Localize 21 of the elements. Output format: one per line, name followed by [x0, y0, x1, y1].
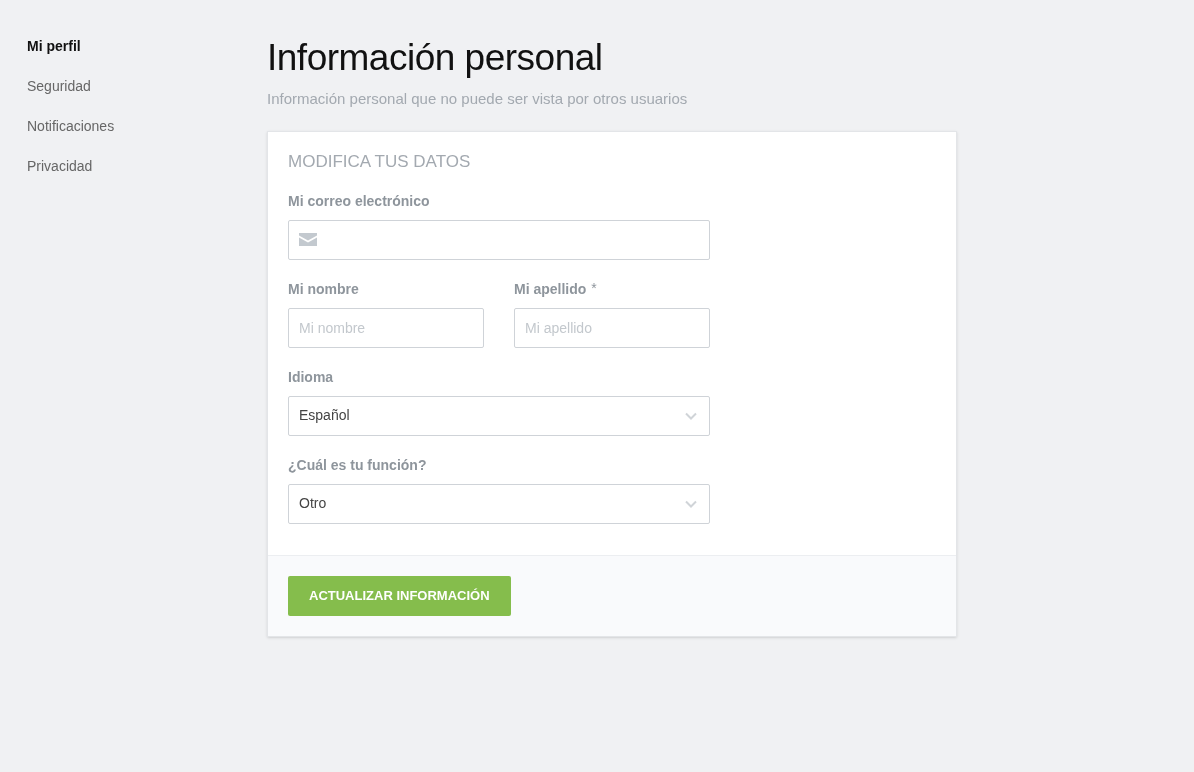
- page-subtitle: Información personal que no puede ser vista por otros usuarios: [267, 89, 689, 109]
- input-field[interactable]: Mi apellido: [514, 307, 710, 348]
- input-field[interactable]: Mi nombre: [288, 307, 484, 348]
- sidebar-item[interactable]: Notificaciones: [27, 116, 267, 136]
- field-label: ¿Cuál es tu función?: [288, 455, 427, 474]
- envelope-icon: [299, 233, 317, 246]
- field-label: Mi correo electrónico: [288, 191, 430, 210]
- sidebar-item[interactable]: Privacidad: [27, 156, 267, 176]
- chevron-down-icon: [685, 411, 697, 420]
- page-title: Información personal: [267, 36, 604, 80]
- chevron-down-icon: [685, 499, 697, 508]
- required-mark: *: [591, 279, 597, 298]
- sidebar-item[interactable]: Seguridad: [27, 76, 267, 96]
- field-label: Idioma: [288, 367, 334, 386]
- sidebar-item[interactable]: Mi perfil: [27, 36, 267, 56]
- field-label: Mi nombre: [288, 279, 359, 298]
- select-field[interactable]: Español: [288, 395, 710, 436]
- email-field[interactable]: [288, 219, 710, 260]
- form-heading: MODIFICA TUS DATOS: [288, 151, 472, 172]
- field-label: Mi apellido: [514, 279, 587, 298]
- select-field[interactable]: Otro: [288, 483, 710, 524]
